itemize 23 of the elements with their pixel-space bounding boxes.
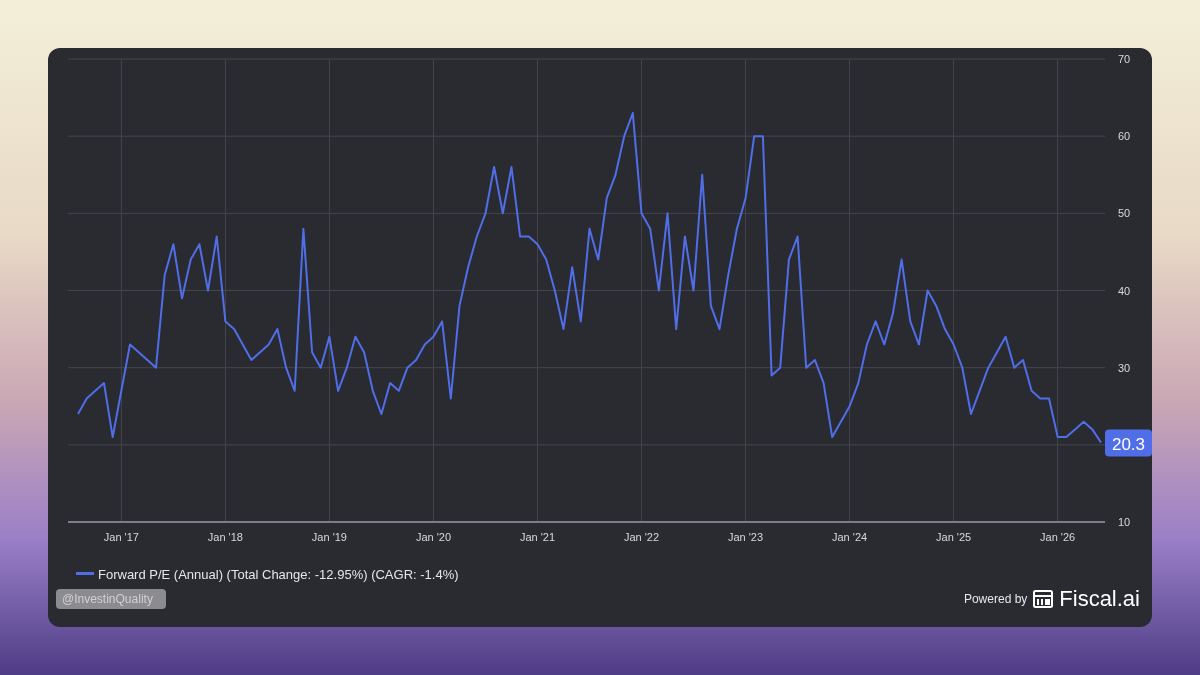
- watermark-tag: @InvestinQuality: [56, 589, 166, 609]
- powered-by-text: Powered by: [963, 592, 1028, 606]
- x-axis-label: Jan '23: [728, 531, 764, 543]
- x-axis-label: Jan '20: [415, 531, 451, 543]
- y-axis-label: 60: [1118, 130, 1131, 143]
- logo-icon: [1033, 590, 1054, 608]
- x-axis-label: Jan '24: [832, 531, 868, 543]
- x-axis-label: Jan '26: [1040, 531, 1076, 543]
- legend-line-icon: [76, 572, 94, 576]
- x-axis-label: Jan '18: [207, 531, 243, 543]
- x-axis-label: Jan '17: [103, 531, 139, 543]
- y-axis-label: 10: [1118, 516, 1131, 528]
- x-axis-label: Jan '25: [936, 531, 972, 543]
- x-axis-label: Jan '22: [623, 531, 660, 543]
- current-value-tag: 20.3: [1105, 429, 1152, 457]
- y-axis-label: 50: [1118, 207, 1131, 220]
- y-axis-label: 40: [1118, 284, 1131, 297]
- legend-label: Forward P/E (Annual) (Total Change: -12.95%) (CAGR: -1.4%): [98, 566, 459, 582]
- y-axis-label: 30: [1118, 361, 1131, 374]
- y-axis-label: 70: [1118, 53, 1131, 65]
- brand-name: Fiscal.ai: [1059, 586, 1140, 612]
- x-axis-label: Jan '19: [311, 531, 347, 543]
- x-axis-label: Jan '21: [519, 531, 556, 543]
